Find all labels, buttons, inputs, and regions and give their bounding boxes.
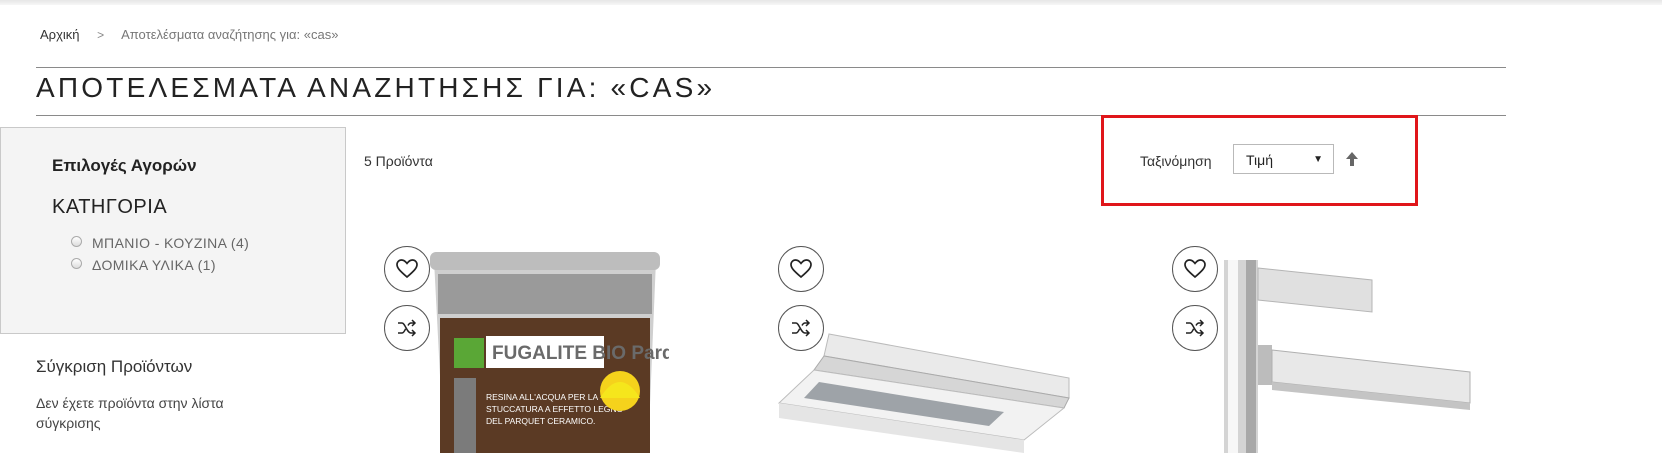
shopping-options-title: Επιλογές Αγορών [52,156,197,175]
radio-icon[interactable] [71,235,82,247]
breadcrumb: Αρχική > Αποτελέσματα αναζήτησης για: «c… [40,27,338,42]
sort-select[interactable]: Τιμή ▼ [1233,144,1334,174]
compare-products-title: Σύγκριση Προϊόντων [36,357,193,376]
filter-option-bath-kitchen[interactable]: ΜΠΑΝΙΟ - ΚΟΥΖΙΝΑ (4) [71,235,249,251]
compare-empty-text: Δεν έχετε προϊόντα στην λίστα σύγκρισης [36,395,224,431]
bucket-brand-text: FUGALITE BIO Parquet [492,343,669,364]
heart-icon [396,259,418,279]
top-shadow-bar [0,0,1662,5]
page-title: ΑΠΟΤΕΛΕΣΜΑΤΑ ΑΝΑΖΗΤΗΣΗΣ ΓΙΑ: «CAS» [36,72,716,103]
product-image-cooker-hood[interactable] [774,330,1084,453]
dropdown-caret-icon: ▼ [1313,154,1323,165]
breadcrumb-separator: > [97,28,105,42]
breadcrumb-current: Αποτελέσματα αναζήτησης για: «cas» [121,27,339,42]
product-count: 5 Προϊόντα [364,153,433,169]
product-image-faucet[interactable] [1200,260,1500,453]
category-heading[interactable]: ΚΑΤΗΓΟΡΙΑ [52,196,167,219]
heart-icon [790,259,812,279]
shuffle-icon [398,319,417,337]
title-divider-top [36,67,1506,68]
product-image-bucket[interactable]: FUGALITE BIO Parquet RESINA ALL'ACQUA PE… [424,248,669,453]
arrow-up-icon[interactable] [1344,150,1360,168]
sort-selected-value: Τιμή [1246,152,1273,168]
sort-label: Ταξινόμηση [1140,153,1212,169]
filter-option-building-materials[interactable]: ΔΟΜΙΚΑ ΥΛΙΚΑ (1) [71,257,216,273]
wishlist-button[interactable] [778,246,824,292]
filter-option-label[interactable]: ΔΟΜΙΚΑ ΥΛΙΚΑ (1) [92,257,216,273]
filter-option-label[interactable]: ΜΠΑΝΙΟ - ΚΟΥΖΙΝΑ (4) [92,235,249,251]
shopping-options-panel: Επιλογές Αγορών ΚΑΤΗΓΟΡΙΑ ΜΠΑΝΙΟ - ΚΟΥΖΙ… [0,127,346,334]
breadcrumb-home-link[interactable]: Αρχική [40,27,80,42]
radio-icon[interactable] [71,257,82,269]
